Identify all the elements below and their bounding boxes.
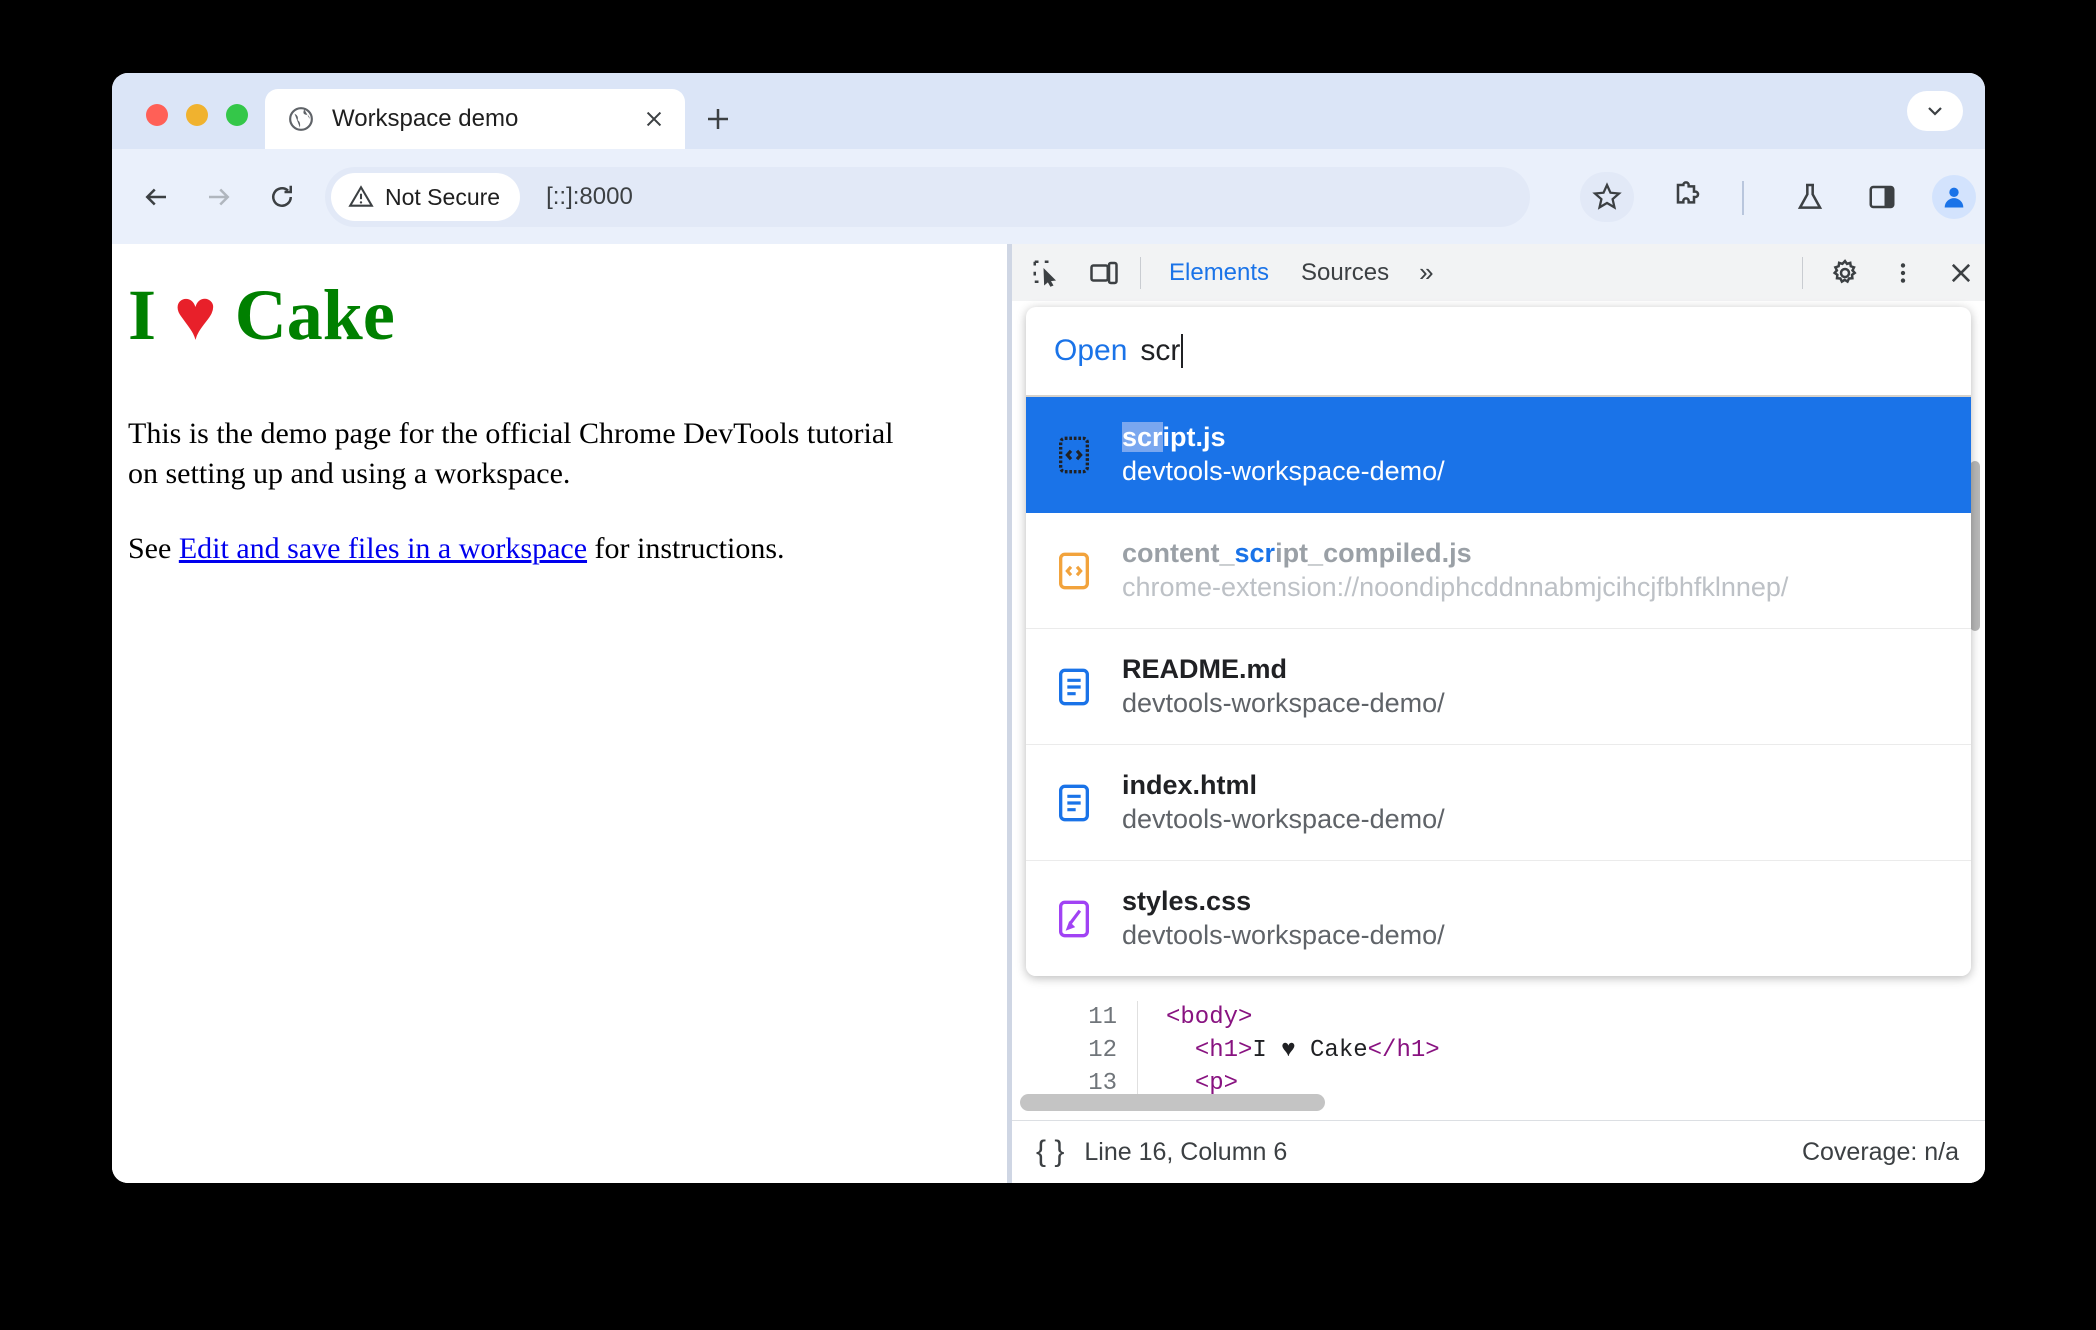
- text-cursor: [1181, 334, 1184, 368]
- palette-result-text: styles.css devtools-workspace-demo/: [1122, 885, 1445, 953]
- star-icon[interactable]: [1580, 172, 1634, 222]
- paragraph-2-after: for instructions.: [587, 532, 785, 565]
- line-content: <body>: [1166, 1004, 1253, 1031]
- close-icon[interactable]: [1937, 251, 1985, 295]
- editor-vertical-scrollbar[interactable]: [1970, 461, 1980, 631]
- js-file-icon: [1052, 433, 1096, 477]
- new-tab-button[interactable]: [699, 100, 737, 138]
- tab-sources[interactable]: Sources: [1285, 259, 1405, 287]
- browser-window: Workspace demo Not Secure [::]:8000 I ♥ …: [112, 73, 1985, 1183]
- palette-result-text: content_script_compiled.js chrome-extens…: [1122, 537, 1788, 605]
- puzzle-piece-icon[interactable]: [1664, 175, 1708, 219]
- title-match: scr: [1122, 421, 1163, 452]
- device-toggle-icon[interactable]: [1080, 251, 1128, 295]
- toolbar-divider: [1140, 256, 1141, 289]
- document-file-icon: [1052, 665, 1096, 709]
- flask-icon[interactable]: [1788, 175, 1832, 219]
- security-status-chip[interactable]: Not Secure: [331, 173, 521, 221]
- palette-prefix-label: Open: [1054, 334, 1128, 367]
- palette-result-row[interactable]: index.html devtools-workspace-demo/: [1026, 745, 1971, 861]
- address-bar[interactable]: Not Secure [::]:8000: [325, 167, 1530, 227]
- palette-result-text: script.js devtools-workspace-demo/: [1122, 421, 1445, 489]
- coverage-label: Coverage: n/a: [1801, 1137, 1959, 1166]
- url-text: [::]:8000: [546, 183, 633, 210]
- palette-result-row[interactable]: README.md devtools-workspace-demo/: [1026, 629, 1971, 745]
- document-file-icon: [1052, 781, 1096, 825]
- palette-result-subtitle: devtools-workspace-demo/: [1122, 687, 1445, 718]
- toolbar-divider: [1742, 181, 1744, 215]
- inspect-cursor-icon[interactable]: [1022, 251, 1070, 295]
- title-suffix: ipt.js: [1162, 421, 1226, 452]
- side-panel-icon[interactable]: [1860, 175, 1904, 219]
- page-title-after: Cake: [216, 275, 395, 355]
- palette-result-title: content_script_compiled.js: [1122, 537, 1788, 571]
- palette-search-input[interactable]: Open scr: [1026, 307, 1971, 397]
- window-maximize-button[interactable]: [226, 104, 248, 126]
- close-icon[interactable]: [637, 102, 671, 136]
- page-paragraph-1: This is the demo page for the official C…: [128, 417, 894, 490]
- js-file-icon-orange: [1052, 549, 1096, 593]
- security-status-label: Not Secure: [385, 183, 501, 210]
- palette-result-title: index.html: [1122, 769, 1258, 800]
- palette-result-subtitle: chrome-extension://noondiphcddnnabmjcihc…: [1122, 571, 1789, 602]
- palette-result-subtitle: devtools-workspace-demo/: [1122, 919, 1445, 950]
- code-line: 11 <body>: [1012, 1001, 1985, 1034]
- content-area: I ♥ Cake This is the demo page for the o…: [112, 244, 1985, 1183]
- code-line: 12 <h1>I ♥ Cake</h1>: [1012, 1034, 1985, 1067]
- tab-title: Workspace demo: [332, 105, 519, 132]
- heart-icon: ♥: [174, 275, 217, 355]
- browser-toolbar: Not Secure [::]:8000: [112, 149, 1985, 244]
- arrow-left-icon[interactable]: [134, 175, 178, 219]
- browser-tab[interactable]: Workspace demo: [265, 89, 685, 149]
- reload-icon[interactable]: [260, 175, 304, 219]
- command-palette[interactable]: Open scr script.js devtools-workspace-de…: [1026, 307, 1971, 976]
- palette-result-text: README.md devtools-workspace-demo/: [1122, 653, 1445, 721]
- palette-query-text: scr: [1140, 334, 1181, 367]
- tab-strip: Workspace demo: [112, 73, 1985, 149]
- palette-result-title: styles.css: [1122, 885, 1252, 916]
- web-page-viewport: I ♥ Cake This is the demo page for the o…: [112, 244, 1007, 1183]
- palette-result-title: script.js: [1122, 421, 1445, 455]
- palette-result-text: index.html devtools-workspace-demo/: [1122, 769, 1445, 837]
- warning-triangle-icon: [348, 185, 374, 207]
- three-dot-menu-icon[interactable]: [1879, 251, 1927, 295]
- palette-result-row[interactable]: script.js devtools-workspace-demo/: [1026, 397, 1971, 513]
- tab-elements[interactable]: Elements: [1153, 259, 1285, 287]
- cursor-position-label: Line 16, Column 6: [1084, 1137, 1288, 1166]
- palette-result-subtitle: devtools-workspace-demo/: [1122, 455, 1445, 486]
- palette-result-row[interactable]: styles.css devtools-workspace-demo/: [1026, 861, 1971, 976]
- page-title-before: I: [128, 275, 175, 355]
- avatar-icon[interactable]: [1932, 175, 1976, 219]
- gear-icon[interactable]: [1821, 251, 1869, 295]
- toolbar-divider-right: [1802, 256, 1803, 289]
- devtools-toolbar: Elements Sources »: [1012, 244, 1985, 302]
- line-content: <h1>I ♥ Cake</h1>: [1194, 1037, 1440, 1064]
- pretty-print-icon[interactable]: { }: [1036, 1135, 1064, 1169]
- palette-result-title: README.md: [1122, 653, 1288, 684]
- workspace-tutorial-link[interactable]: Edit and save files in a workspace: [179, 532, 587, 565]
- page-paragraph-2: See Edit and save files in a workspace f…: [128, 529, 948, 569]
- line-number: 11: [1012, 1001, 1138, 1034]
- chevron-down-icon[interactable]: [1907, 91, 1963, 131]
- globe-icon: [289, 107, 313, 131]
- palette-result-subtitle: devtools-workspace-demo/: [1122, 803, 1445, 834]
- tabs-overflow-button[interactable]: »: [1405, 257, 1447, 288]
- css-file-icon: [1052, 897, 1096, 941]
- title-prefix: content_: [1122, 537, 1235, 568]
- editor-status-bar: { } Line 16, Column 6 Coverage: n/a: [1012, 1120, 1985, 1183]
- window-minimize-button[interactable]: [186, 104, 208, 126]
- arrow-right-icon: [197, 175, 241, 219]
- title-match: scr: [1234, 537, 1276, 568]
- page-title: I ♥ Cake: [128, 274, 395, 357]
- paragraph-2-before: See: [128, 532, 179, 565]
- code-line-list: 11 <body> 12 <h1>I ♥ Cake</h1> 13 <p>: [1012, 1001, 1985, 1100]
- window-close-button[interactable]: [146, 104, 168, 126]
- editor-horizontal-scrollbar[interactable]: [1020, 1094, 1325, 1111]
- palette-result-row[interactable]: content_script_compiled.js chrome-extens…: [1026, 513, 1971, 629]
- devtools-panel: Elements Sources » 11 <body> 12 <h1>I ♥ …: [1012, 244, 1985, 1183]
- title-suffix: ipt_compiled.js: [1275, 537, 1472, 568]
- line-number: 12: [1012, 1034, 1138, 1067]
